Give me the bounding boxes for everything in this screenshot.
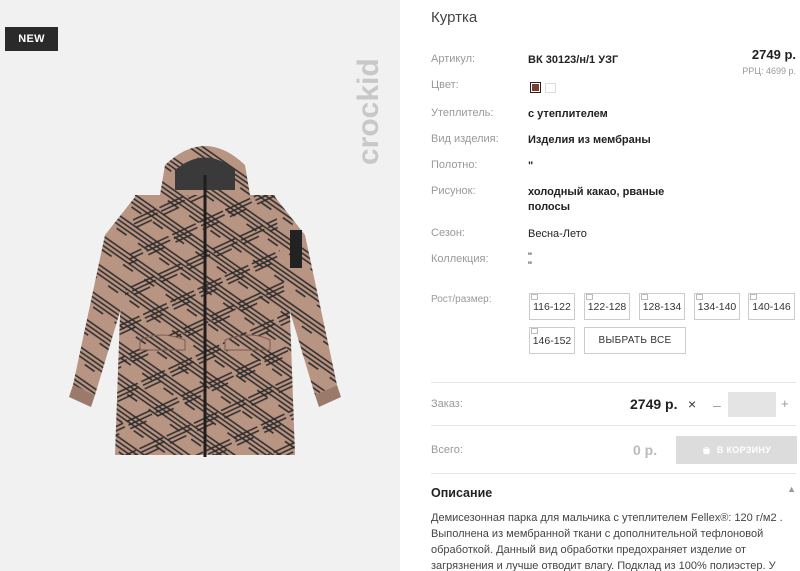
size-option[interactable]: 128-134 [639, 293, 685, 320]
size-option[interactable]: 122-128 [584, 293, 630, 320]
select-all-sizes-button[interactable]: ВЫБРАТЬ ВСЕ [584, 327, 686, 354]
fabric-value: " [528, 160, 534, 172]
size-option-label: 140-146 [752, 300, 791, 313]
size-option[interactable]: 116-122 [529, 293, 575, 320]
pattern-label: Рисунок: [431, 185, 476, 197]
season-value: Весна-Лето [528, 228, 587, 240]
size-mini-icon [696, 294, 703, 300]
size-label: Рост/размер: [431, 294, 492, 305]
description-text: Демисезонная парка для мальчика с утепли… [431, 512, 783, 571]
color-swatch-selected[interactable] [530, 82, 541, 93]
color-label: Цвет: [431, 79, 459, 91]
article-value: ВК 30123/н/1 УЗГ [528, 54, 619, 66]
divider [431, 382, 796, 383]
brand-logo-text: crockid [352, 58, 385, 165]
order-price: 2749 р. [630, 396, 678, 412]
size-mini-icon [641, 294, 648, 300]
order-label: Заказ: [431, 398, 463, 410]
pattern-value-1: холодный какао, рваные [528, 186, 665, 198]
new-badge: NEW [5, 27, 58, 51]
total-value: 0 р. [633, 442, 658, 458]
insulation-label: Утеплитель: [431, 107, 494, 119]
size-option[interactable]: 140-146 [748, 293, 795, 320]
description-title[interactable]: Описание [431, 486, 492, 500]
pattern-row: Рисунок: холодный какао, рваные полосы [431, 185, 761, 217]
quantity-input[interactable] [728, 392, 776, 417]
add-to-cart-button[interactable]: В КОРЗИНУ [676, 436, 797, 464]
remove-icon[interactable]: × [688, 396, 696, 412]
article-label: Артикул: [431, 53, 476, 65]
size-option[interactable]: 134-140 [694, 293, 740, 320]
size-option[interactable]: 146-152 [529, 327, 575, 354]
jacket-image [69, 146, 341, 457]
size-option-label: 116-122 [533, 300, 571, 313]
size-mini-icon [531, 294, 538, 300]
product-title: Куртка [431, 9, 478, 26]
divider [431, 425, 796, 426]
collapse-icon[interactable]: ▲ [787, 484, 796, 494]
product-photo[interactable]: NEW crockid [0, 0, 400, 571]
collection-row: Коллекция: " " [431, 252, 761, 273]
quantity-decrease-button[interactable]: – [713, 397, 721, 413]
season-label: Сезон: [431, 227, 465, 239]
collection-value-2: " [528, 260, 532, 272]
color-swatch-unavailable[interactable] [545, 83, 556, 93]
collection-label: Коллекция: [431, 253, 489, 265]
divider [431, 473, 796, 474]
type-value: Изделия из мембраны [528, 134, 651, 146]
color-swatch-fill [532, 84, 539, 91]
size-mini-icon [531, 328, 538, 334]
size-option-label: 128-134 [642, 300, 682, 313]
add-to-cart-label: В КОРЗИНУ [716, 445, 772, 455]
product-info: Куртка 2749 р. РРЦ: 4699 р. Артикул: ВК … [400, 0, 800, 571]
total-label: Всего: [431, 444, 463, 456]
size-option-label: 146-152 [532, 334, 572, 347]
pattern-value-2: полосы [528, 201, 571, 213]
product-price: 2749 р. [751, 47, 796, 62]
product-rrp: РРЦ: 4699 р. [742, 66, 796, 76]
type-label: Вид изделия: [431, 133, 499, 145]
size-option-label: 122-128 [587, 300, 627, 313]
fabric-label: Полотно: [431, 159, 478, 171]
cart-icon [702, 446, 710, 454]
size-mini-icon [586, 294, 593, 300]
size-option-label: 134-140 [697, 300, 737, 313]
size-mini-icon [750, 294, 757, 300]
insulation-value: с утеплителем [528, 108, 608, 120]
quantity-increase-button[interactable]: + [781, 396, 789, 411]
